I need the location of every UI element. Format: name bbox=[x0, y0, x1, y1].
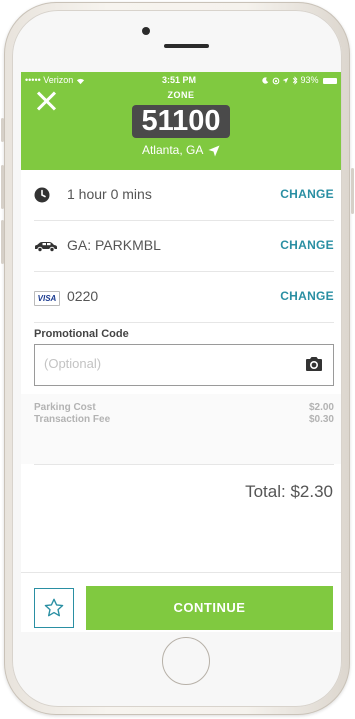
change-duration-button[interactable]: CHANGE bbox=[280, 187, 334, 201]
app-screen: ••••• Verizon 3:51 PM 93% ZONE 51100 Atl… bbox=[21, 72, 341, 632]
transaction-fee-label: Transaction Fee bbox=[34, 414, 111, 425]
phone-volume-up-button bbox=[1, 165, 4, 209]
battery-icon bbox=[323, 77, 337, 84]
status-bar: ••••• Verizon 3:51 PM 93% bbox=[25, 75, 337, 89]
continue-button[interactable]: CONTINUE bbox=[86, 586, 333, 630]
change-vehicle-button[interactable]: CHANGE bbox=[280, 238, 334, 252]
front-camera bbox=[142, 27, 150, 35]
home-button[interactable] bbox=[162, 637, 210, 685]
zone-city: Atlanta, GA bbox=[141, 143, 203, 157]
parking-cost-value: $2.00 bbox=[308, 402, 334, 413]
vehicle-plate: GA: PARKMBL bbox=[67, 237, 161, 253]
phone-volume-down-button bbox=[1, 220, 4, 264]
zone-location: Atlanta, GA bbox=[21, 143, 341, 157]
footer-divider bbox=[21, 572, 341, 573]
earpiece-speaker bbox=[164, 44, 209, 48]
payment-row: VISA 0220 CHANGE bbox=[34, 272, 334, 323]
card-last-digits: 0220 bbox=[67, 288, 99, 304]
cost-divider bbox=[34, 464, 334, 465]
cost-breakdown: Parking Cost $2.00 Transaction Fee $0.30 bbox=[21, 394, 341, 464]
moon-icon bbox=[262, 77, 269, 84]
status-time: 3:51 PM bbox=[162, 75, 197, 85]
duration-row: 1 hour 0 mins CHANGE bbox=[34, 170, 334, 221]
change-payment-button[interactable]: CHANGE bbox=[280, 289, 334, 303]
duration-value: 1 hour 0 mins bbox=[67, 186, 152, 202]
location-arrow-icon bbox=[208, 145, 220, 157]
zone-header: ••••• Verizon 3:51 PM 93% ZONE 51100 Atl… bbox=[21, 72, 341, 170]
status-carrier: ••••• Verizon bbox=[25, 75, 85, 85]
transaction-fee-line: Transaction Fee $0.30 bbox=[34, 414, 334, 425]
car-icon bbox=[35, 242, 57, 253]
status-indicators: 93% bbox=[262, 75, 337, 85]
rotation-lock-icon bbox=[272, 77, 280, 84]
wifi-icon bbox=[76, 78, 84, 84]
phone-side-button bbox=[1, 118, 4, 142]
zone-number: 51100 bbox=[132, 105, 230, 138]
promo-code-label: Promotional Code bbox=[34, 328, 129, 340]
parking-cost-line: Parking Cost $2.00 bbox=[34, 402, 334, 413]
camera-icon[interactable] bbox=[305, 356, 323, 372]
visa-card-icon: VISA bbox=[34, 291, 60, 306]
phone-power-button bbox=[351, 168, 354, 214]
bluetooth-icon bbox=[292, 76, 298, 85]
vehicle-row: GA: PARKMBL CHANGE bbox=[34, 221, 334, 272]
location-arrow-icon bbox=[283, 77, 289, 84]
favorite-button[interactable] bbox=[34, 588, 74, 628]
total-amount: Total: $2.30 bbox=[245, 482, 333, 501]
parking-cost-label: Parking Cost bbox=[34, 402, 96, 413]
promo-code-field[interactable] bbox=[34, 344, 334, 386]
star-icon bbox=[44, 598, 64, 617]
zone-label: ZONE bbox=[167, 90, 195, 100]
clock-icon bbox=[34, 187, 50, 203]
promo-code-input[interactable] bbox=[42, 355, 286, 372]
transaction-fee-value: $0.30 bbox=[308, 414, 334, 425]
battery-percent: 93% bbox=[300, 75, 319, 85]
